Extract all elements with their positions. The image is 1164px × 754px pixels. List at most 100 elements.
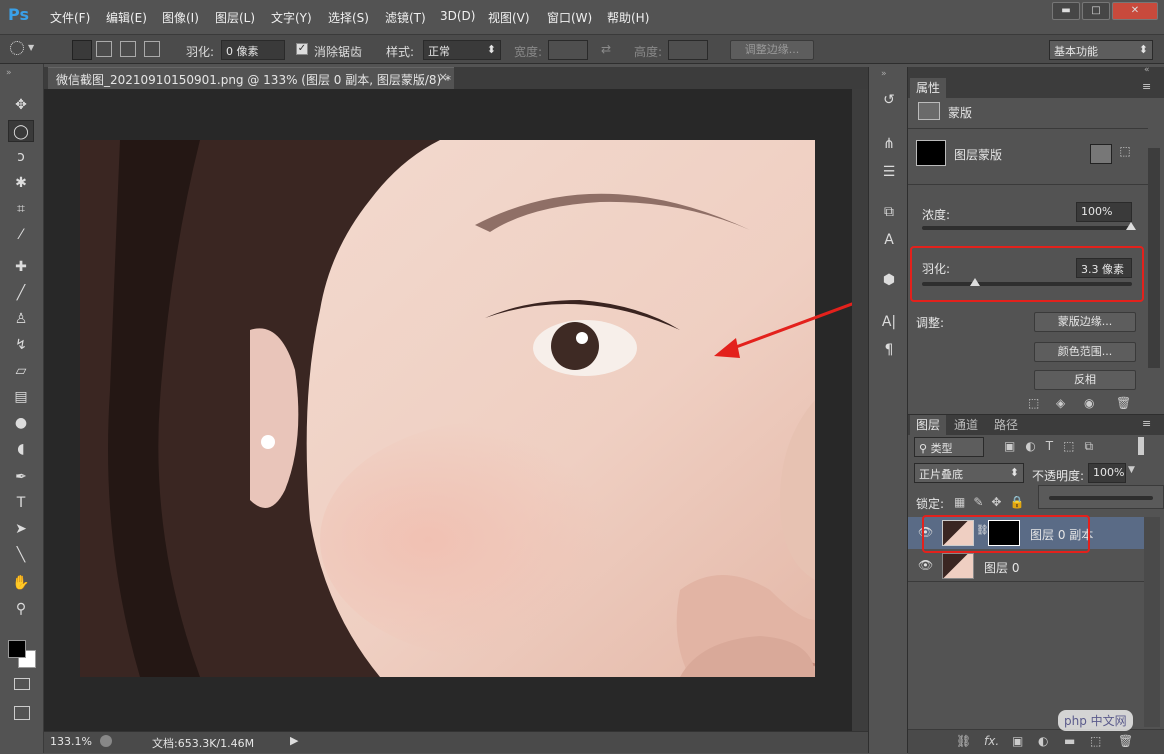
crop-tool-icon[interactable]: ⌗	[8, 198, 34, 220]
density-input[interactable]: 100%	[1076, 202, 1132, 222]
dodge-tool-icon[interactable]: ◖	[8, 438, 34, 460]
chevron-down-icon[interactable]: ▼	[28, 43, 34, 52]
trash-icon[interactable]: 🗑	[1116, 396, 1131, 410]
screen-mode-icon[interactable]	[14, 706, 30, 720]
subtract-selection-icon[interactable]	[120, 41, 136, 57]
folder-icon[interactable]: ▬	[1064, 734, 1075, 748]
foreground-color-swatch[interactable]	[8, 640, 26, 658]
layers-scrollbar[interactable]	[1144, 517, 1160, 727]
move-tool-icon[interactable]: ✥	[8, 94, 34, 116]
document-image[interactable]	[80, 140, 815, 677]
lock-icons[interactable]: ▦✎✥🔒	[954, 495, 1032, 509]
status-info-icon[interactable]	[100, 735, 112, 747]
menu-item[interactable]: 文字(Y)	[271, 9, 312, 26]
tab-channels[interactable]: 通道	[948, 415, 984, 435]
opacity-input[interactable]: 100%	[1088, 463, 1126, 483]
history-brush-tool-icon[interactable]: ↯	[8, 334, 34, 356]
refine-edge-button[interactable]: 调整边缘...	[730, 40, 814, 60]
collapse-icon[interactable]: »	[881, 69, 887, 79]
type-tool-icon[interactable]: T	[8, 492, 34, 514]
layer-filter-icons[interactable]: ▣◐T⬚⧉	[1004, 439, 1103, 454]
fill-slider-popup[interactable]	[1038, 485, 1164, 509]
layer-row[interactable]: 👁 图层 0	[908, 551, 1144, 581]
menu-item[interactable]: 窗口(W)	[547, 9, 592, 26]
elliptical-marquee-icon[interactable]	[10, 41, 24, 55]
path-selection-tool-icon[interactable]: ➤	[8, 518, 34, 540]
status-menu-icon[interactable]: ▶	[290, 734, 298, 747]
new-selection-icon[interactable]	[72, 40, 92, 60]
invert-button[interactable]: 反相	[1034, 370, 1136, 390]
visibility-icon[interactable]: ◉	[1084, 396, 1094, 410]
menu-item[interactable]: 图像(I)	[162, 9, 199, 26]
link-layers-icon[interactable]: ⛓	[956, 734, 971, 748]
vector-mask-button[interactable]: ⬚	[1116, 144, 1134, 164]
load-selection-icon[interactable]: ⬚	[1028, 396, 1039, 410]
minimize-button[interactable]: ▬	[1052, 2, 1080, 20]
panel-menu-icon[interactable]: ≡	[1142, 417, 1151, 430]
restore-button[interactable]: □	[1082, 2, 1110, 20]
healing-brush-tool-icon[interactable]: ✚	[8, 256, 34, 278]
eraser-tool-icon[interactable]: ▱	[8, 360, 34, 382]
apply-mask-icon[interactable]: ◈	[1056, 396, 1065, 410]
add-mask-icon[interactable]: ▣	[1012, 734, 1023, 748]
menu-item[interactable]: 3D(D)	[440, 9, 475, 23]
panel-menu-icon[interactable]: ≡	[1142, 80, 1151, 93]
tab-paths[interactable]: 路径	[988, 415, 1024, 435]
blend-mode-select[interactable]: 正片叠底 ⬍	[914, 463, 1024, 483]
brush-tool-icon[interactable]: ╱	[8, 282, 34, 304]
layer-filter-select[interactable]: ⚲ 类型	[914, 437, 984, 457]
density-slider[interactable]	[922, 226, 1132, 230]
document-tab[interactable]: 微信截图_20210910150901.png @ 133% (图层 0 副本,…	[48, 67, 454, 89]
character-styles-icon[interactable]: A	[877, 229, 901, 251]
blur-tool-icon[interactable]: ●	[8, 412, 34, 434]
elliptical-marquee-tool-icon[interactable]: ◯	[8, 120, 34, 142]
layer-name[interactable]: 图层 0	[984, 559, 1019, 576]
3d-panel-icon[interactable]: ⬢	[877, 269, 901, 291]
feather-input[interactable]: 0 像素	[221, 40, 285, 60]
menu-item[interactable]: 编辑(E)	[106, 9, 147, 26]
hand-tool-icon[interactable]: ✋	[8, 572, 34, 594]
adjustments-panel-icon[interactable]: ☰	[877, 161, 901, 183]
collapse-icon[interactable]: «	[1144, 65, 1150, 75]
stamp-tool-icon[interactable]: ♙	[8, 308, 34, 330]
menu-item[interactable]: 视图(V)	[488, 9, 530, 26]
chevron-down-icon[interactable]: ▼	[1128, 465, 1135, 475]
lasso-tool-icon[interactable]: ↄ	[8, 146, 34, 168]
collapse-icon[interactable]: »	[6, 68, 12, 78]
character-panel-icon[interactable]: A|	[877, 311, 901, 333]
style-select[interactable]: 正常 ⬍	[423, 40, 501, 60]
history-panel-icon[interactable]: ↺	[877, 89, 901, 111]
fx-icon[interactable]: fx.	[984, 734, 999, 748]
close-icon[interactable]: ×	[438, 70, 448, 84]
tab-layers[interactable]: 图层	[910, 415, 947, 435]
intersect-selection-icon[interactable]	[144, 41, 160, 57]
tab-properties[interactable]: 属性	[910, 78, 947, 98]
eye-icon[interactable]: 👁	[918, 558, 933, 572]
pixel-mask-button[interactable]	[1090, 144, 1112, 164]
menu-item[interactable]: 图层(L)	[215, 9, 255, 26]
quick-mask-icon[interactable]	[14, 678, 30, 690]
density-slider-thumb[interactable]	[1126, 222, 1136, 230]
workspace-select[interactable]: 基本功能 ⬍	[1049, 40, 1153, 60]
paragraph-panel-icon[interactable]: ¶	[877, 339, 901, 361]
antialias-checkbox[interactable]: ✓	[296, 43, 308, 55]
add-selection-icon[interactable]	[96, 41, 112, 57]
new-layer-icon[interactable]: ⬚	[1090, 734, 1101, 748]
menu-item[interactable]: 文件(F)	[50, 9, 90, 26]
mask-edge-button[interactable]: 蒙版边缘...	[1034, 312, 1136, 332]
menu-item[interactable]: 滤镜(T)	[385, 9, 426, 26]
filter-toggle[interactable]	[1138, 437, 1144, 455]
trash-icon[interactable]: 🗑	[1118, 734, 1133, 748]
menu-item[interactable]: 帮助(H)	[607, 9, 649, 26]
line-tool-icon[interactable]: ╲	[8, 544, 34, 566]
eyedropper-tool-icon[interactable]: ⁄	[8, 224, 34, 246]
zoom-level[interactable]: 133.1%	[50, 735, 92, 748]
gradient-tool-icon[interactable]: ▤	[8, 386, 34, 408]
zoom-tool-icon[interactable]: ⚲	[8, 598, 34, 620]
properties-scrollbar[interactable]	[1148, 148, 1160, 368]
magic-wand-tool-icon[interactable]: ✱	[8, 172, 34, 194]
clone-source-panel-icon[interactable]: ⧉	[877, 201, 901, 223]
color-range-button[interactable]: 颜色范围...	[1034, 342, 1136, 362]
menu-item[interactable]: 选择(S)	[328, 9, 369, 26]
fill-slider-track[interactable]	[1049, 496, 1153, 500]
